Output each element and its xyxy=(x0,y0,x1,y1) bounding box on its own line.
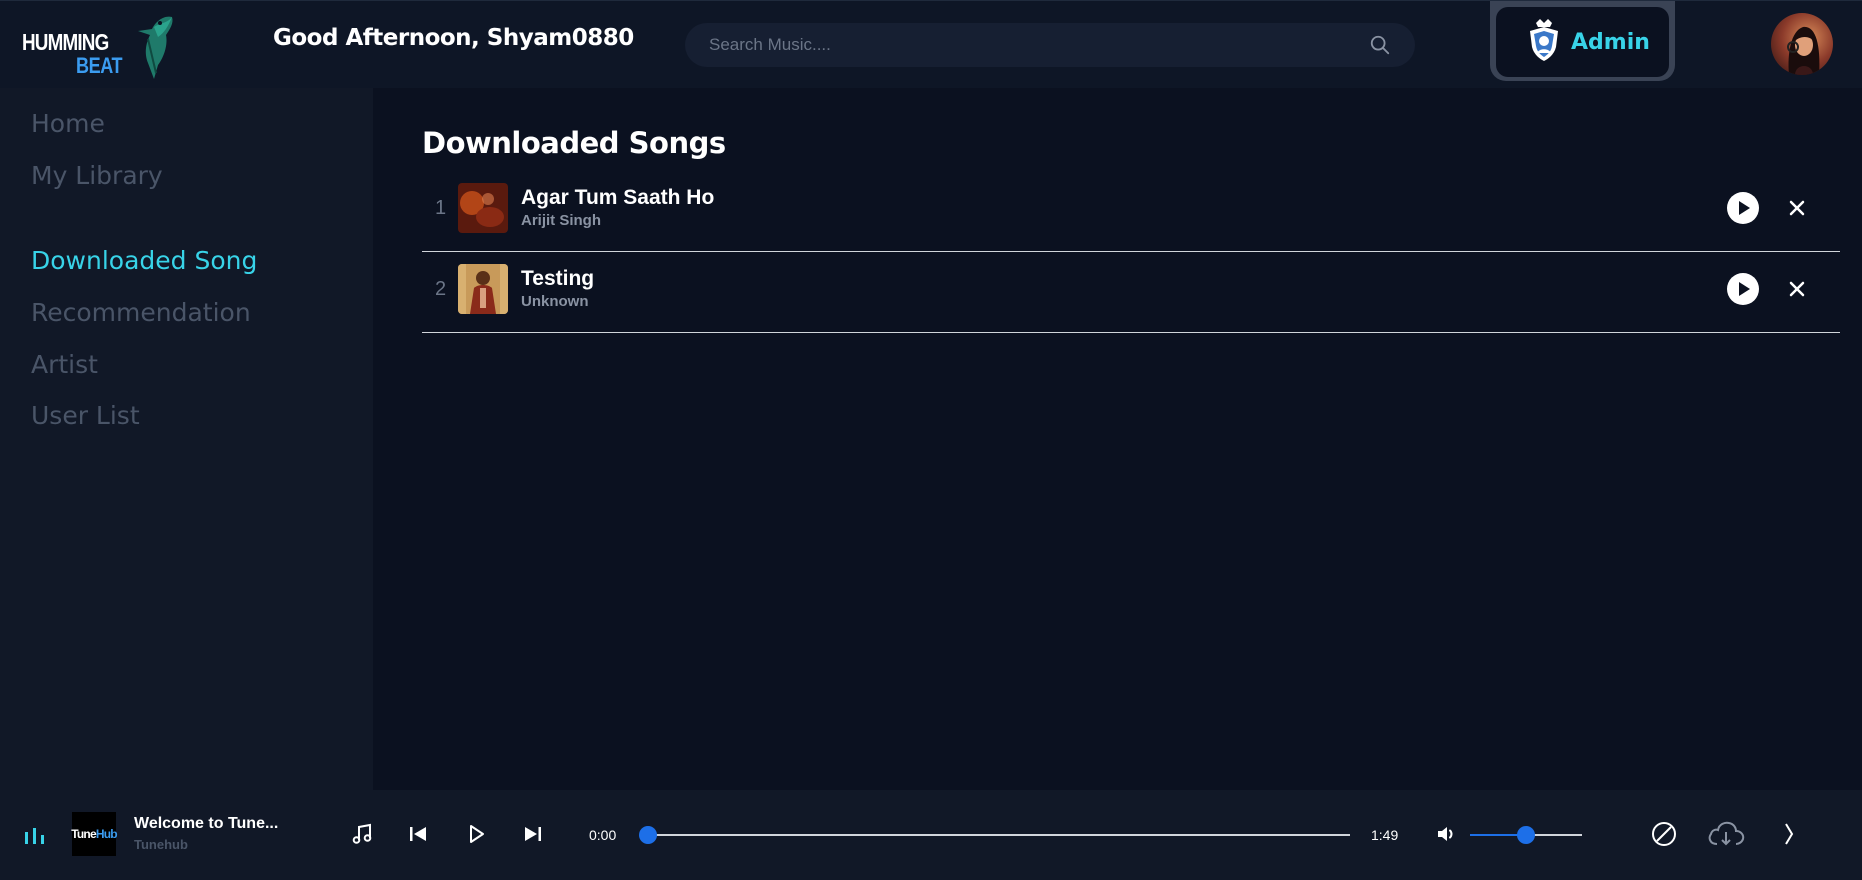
track-title: Welcome to Tune... xyxy=(134,815,279,832)
next-icon[interactable] xyxy=(521,822,545,846)
sidebar-item-recommendation[interactable]: Recommendation xyxy=(31,298,251,327)
song-number: 2 xyxy=(435,278,447,300)
current-time: 0:00 xyxy=(589,827,617,843)
play-icon xyxy=(1739,201,1750,215)
song-artist: Arijit Singh xyxy=(521,212,601,229)
page-title: Downloaded Songs xyxy=(422,126,726,160)
close-icon[interactable] xyxy=(1783,275,1811,303)
main-content: Downloaded Songs 1 Agar Tum Saath Ho Ari… xyxy=(373,88,1862,790)
avatar[interactable] xyxy=(1771,13,1833,75)
song-cover-image xyxy=(458,183,508,233)
play-button[interactable] xyxy=(1727,273,1759,305)
no-loop-icon[interactable] xyxy=(1650,820,1678,848)
track-cover-text-1: Tune xyxy=(71,827,96,841)
track-cover-image: Tune Hub xyxy=(71,812,118,856)
player-bar: Tune Hub Welcome to Tune... Tunehub 0:00 … xyxy=(0,790,1862,880)
admin-button[interactable]: Admin xyxy=(1496,7,1669,77)
play-icon xyxy=(1739,282,1750,296)
header: HUMMING BEAT Good Afternoon, Shyam0880 A… xyxy=(0,0,1862,88)
volume-handle[interactable] xyxy=(1517,826,1535,844)
song-artist: Unknown xyxy=(521,293,589,310)
previous-icon[interactable] xyxy=(406,822,430,846)
admin-label: Admin xyxy=(1571,30,1650,55)
song-title: Testing xyxy=(521,267,595,290)
song-title: Agar Tum Saath Ho xyxy=(521,186,715,209)
search-input[interactable] xyxy=(709,23,1349,67)
download-cloud-icon[interactable] xyxy=(1707,820,1745,848)
music-note-icon[interactable] xyxy=(350,822,374,846)
chevron-right-icon[interactable] xyxy=(1782,820,1796,848)
duration-time: 1:49 xyxy=(1371,827,1399,843)
sidebar-item-my-library[interactable]: My Library xyxy=(31,161,163,190)
search-icon[interactable] xyxy=(1369,34,1391,56)
sidebar-item-user-list[interactable]: User List xyxy=(31,401,140,430)
progress-handle[interactable] xyxy=(639,826,657,844)
sidebar-item-artist[interactable]: Artist xyxy=(31,350,98,379)
play-icon[interactable] xyxy=(464,822,488,846)
equalizer-icon[interactable] xyxy=(24,826,46,846)
sidebar: Home My Library Downloaded Song Recommen… xyxy=(0,88,373,790)
bird-logo-icon xyxy=(138,16,173,79)
progress-bar[interactable] xyxy=(647,834,1350,836)
admin-shield-icon xyxy=(1530,19,1558,61)
sidebar-item-home[interactable]: Home xyxy=(31,109,105,138)
track-cover-text-2: Hub xyxy=(95,827,118,841)
search-bar xyxy=(685,23,1415,67)
song-row[interactable]: 1 Agar Tum Saath Ho Arijit Singh xyxy=(422,172,1840,252)
song-cover-image xyxy=(458,264,508,314)
play-button[interactable] xyxy=(1727,192,1759,224)
sidebar-item-downloaded-song[interactable]: Downloaded Song xyxy=(31,246,257,275)
app-logo[interactable]: HUMMING BEAT xyxy=(20,13,173,79)
logo-text-humming: HUMMING xyxy=(22,29,109,55)
volume-icon[interactable] xyxy=(1434,822,1458,846)
song-row[interactable]: 2 Testing Unknown xyxy=(422,253,1840,333)
greeting-text: Good Afternoon, Shyam0880 xyxy=(273,25,634,51)
track-artist: Tunehub xyxy=(134,837,188,852)
close-icon[interactable] xyxy=(1783,194,1811,222)
song-number: 1 xyxy=(435,197,447,219)
avatar-image xyxy=(1787,26,1820,75)
